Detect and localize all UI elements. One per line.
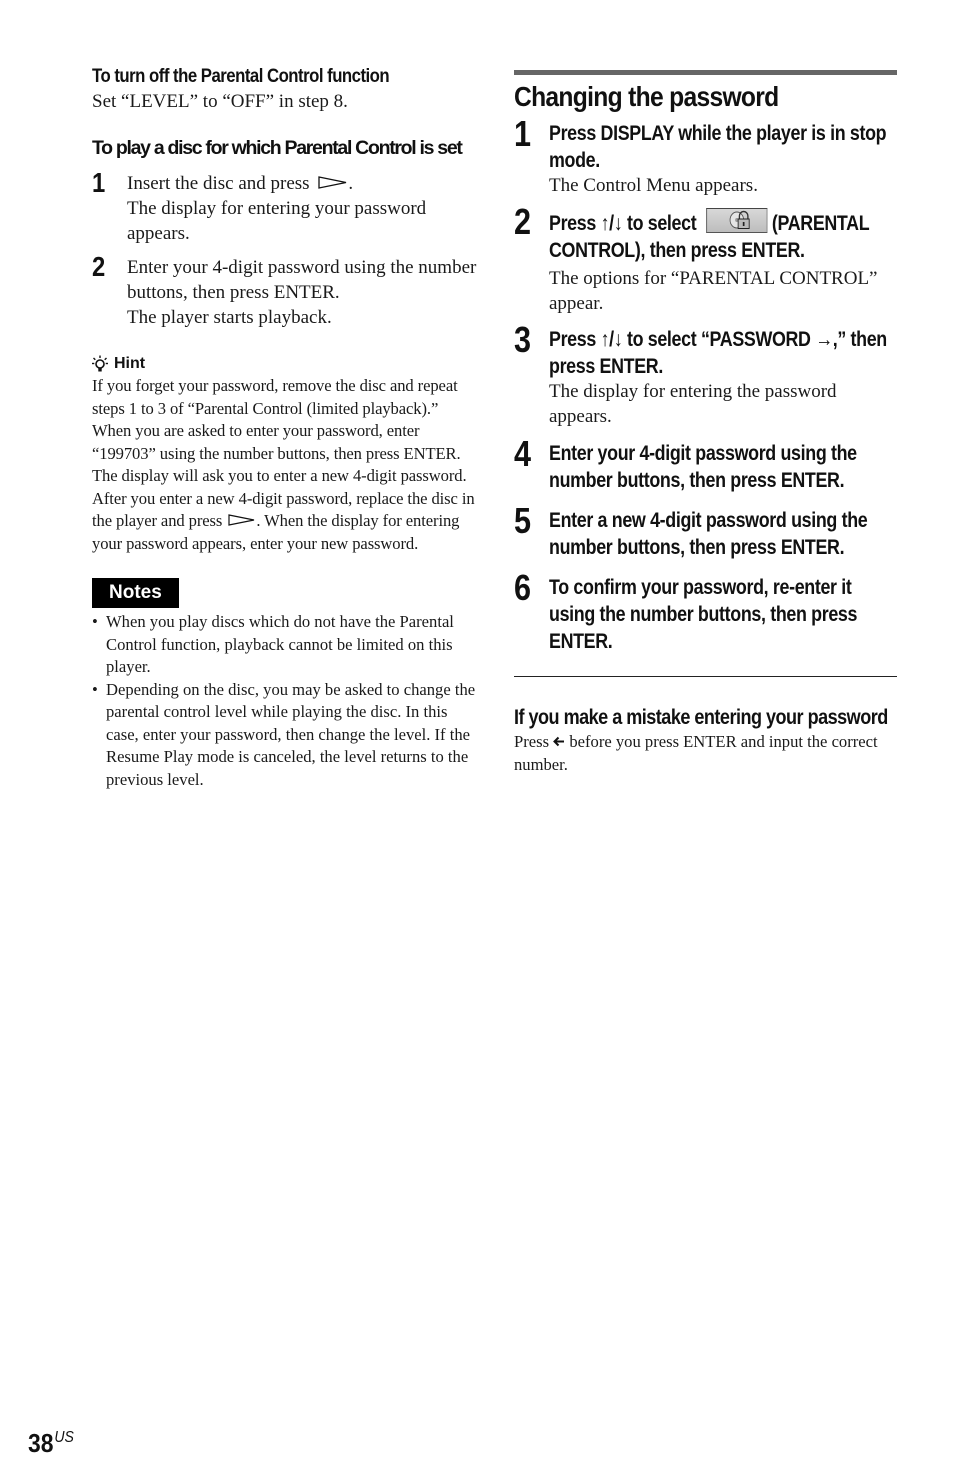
step-result: The player starts playback. <box>127 307 332 328</box>
page-number-value: 38 <box>28 1428 54 1458</box>
play-disc-step-1: 1 Insert the disc and press . The displa… <box>92 167 477 246</box>
step-number: 2 <box>514 201 532 242</box>
play-icon <box>318 176 347 189</box>
left-column: To turn off the Parental Control functio… <box>92 62 477 791</box>
step-result: The display for entering your password a… <box>127 198 427 244</box>
mistake-text: Press before you press ENTER and input t… <box>514 732 878 774</box>
section-rule <box>514 70 897 75</box>
step-number: 2 <box>92 251 106 282</box>
step-number: 5 <box>514 500 532 541</box>
note-item: When you play discs which do not have th… <box>92 611 477 679</box>
change-step-4: 4 Enter your 4-digit password using the … <box>514 436 897 494</box>
hint-text: If you forget your password, remove the … <box>92 376 475 553</box>
hint-title: Hint <box>114 355 146 372</box>
step-instruction: Press ↑/↓ to select “PASSWORD →,” then p… <box>549 328 887 378</box>
play-icon <box>228 514 255 526</box>
turn-off-text: Set “LEVEL” to “OFF” in step 8. <box>92 91 348 112</box>
page-region: US <box>54 1429 74 1446</box>
hint-section: Hint If you forget your password, remove… <box>92 354 477 555</box>
step-text: Insert the disc and press <box>127 173 310 194</box>
step-instruction: Enter your 4-digit password using the nu… <box>127 257 477 303</box>
step-number: 1 <box>514 113 532 154</box>
step-number: 1 <box>92 167 106 198</box>
step-result: The options for “PARENTAL CONTROL” appea… <box>549 268 878 314</box>
notes-badge: Notes <box>92 578 179 608</box>
page-number: 38US <box>28 1423 74 1458</box>
change-step-3: 3 Press ↑/↓ to select “PASSWORD →,” then… <box>514 322 897 429</box>
step-instruction: To confirm your password, re-enter it us… <box>549 576 858 653</box>
step-number: 4 <box>514 433 532 474</box>
right-column: Changing the password 1 Press DISPLAY wh… <box>514 70 897 776</box>
change-step-6: 6 To confirm your password, re-enter it … <box>514 570 897 655</box>
step-result: The display for entering the password ap… <box>549 381 837 427</box>
section-divider <box>514 676 897 677</box>
step-instruction: Enter a new 4-digit password using the n… <box>549 509 868 559</box>
mistake-heading: If you make a mistake entering your pass… <box>514 706 888 729</box>
section-title: Changing the password <box>514 81 779 112</box>
step-instruction: Press ↑/↓ to select (PARENTAL CONTROL), … <box>549 208 898 264</box>
change-step-2: 2 Press ↑/↓ to select (PARENTAL CONTROL)… <box>514 204 898 316</box>
step-number: 6 <box>514 567 532 608</box>
lightbulb-icon <box>92 355 108 372</box>
step-result: The Control Menu appears. <box>549 175 758 196</box>
step-instruction: Enter your 4-digit password using the nu… <box>549 442 857 492</box>
play-disc-step-2: 2 Enter your 4-digit password using the … <box>92 251 477 330</box>
back-arrow-icon <box>553 736 565 747</box>
parental-control-lock-icon <box>706 208 768 233</box>
change-step-5: 5 Enter a new 4-digit password using the… <box>514 503 897 561</box>
note-item: Depending on the disc, you may be asked … <box>92 679 477 792</box>
play-disc-heading: To play a disc for which Parental Contro… <box>92 137 463 159</box>
step-instruction: Press DISPLAY while the player is in sto… <box>549 122 887 172</box>
notes-section: Notes When you play discs which do not h… <box>92 578 477 791</box>
change-step-1: 1 Press DISPLAY while the player is in s… <box>514 116 897 198</box>
step-number: 3 <box>514 319 532 360</box>
step-instruction: Insert the disc and press . <box>127 173 354 194</box>
turn-off-heading: To turn off the Parental Control functio… <box>92 65 390 87</box>
